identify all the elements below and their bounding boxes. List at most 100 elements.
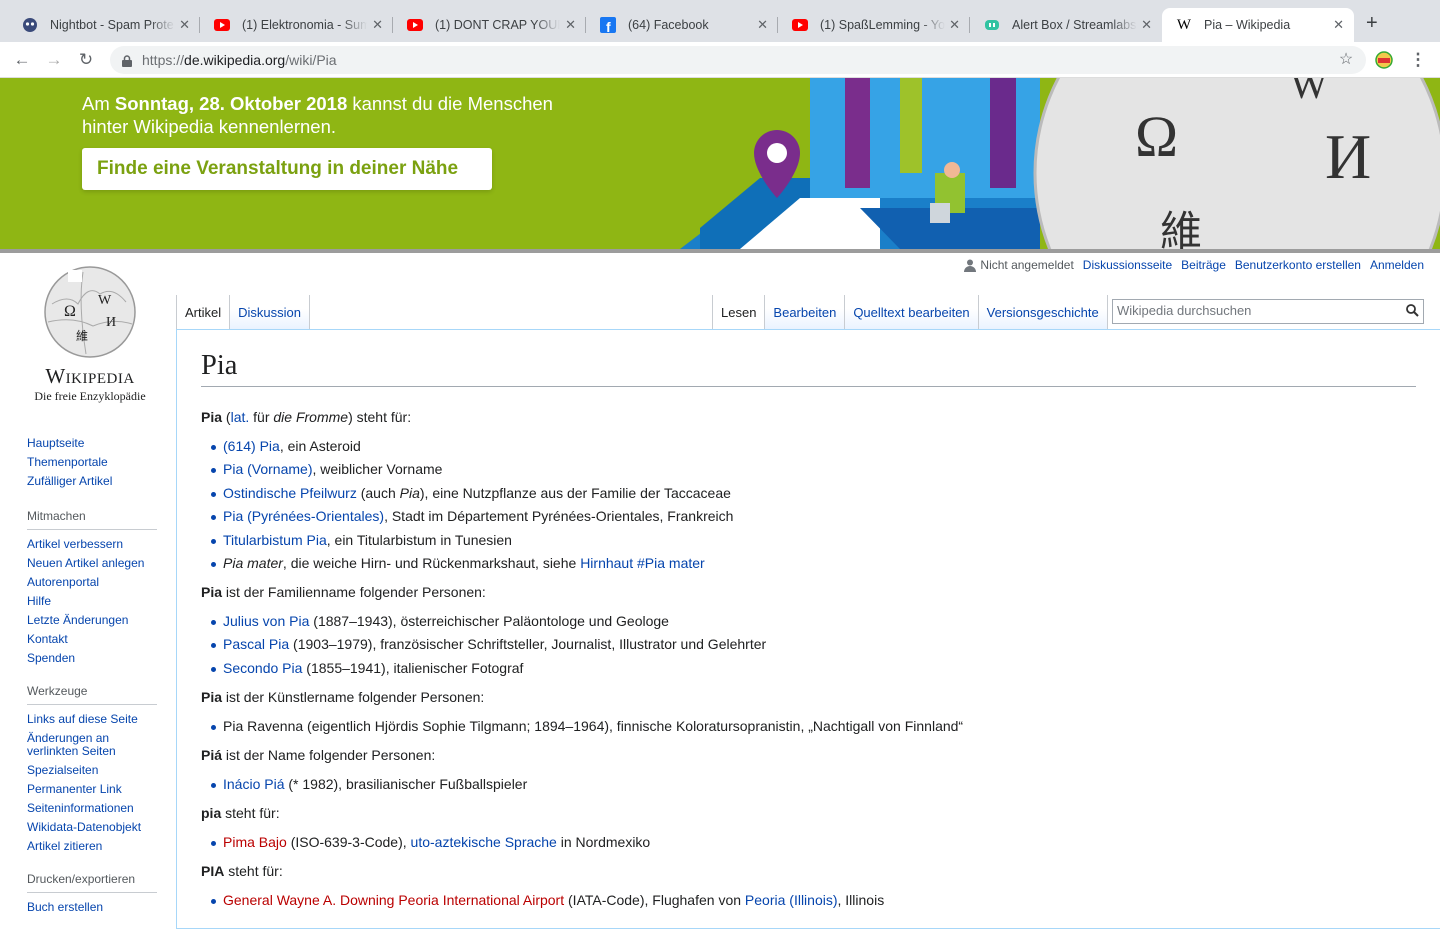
lock-icon: [122, 54, 132, 67]
tab-title: (1) SpaßLemming - Yo: [820, 18, 945, 32]
paragraph: Pia ist der Familienname folgender Perso…: [201, 583, 486, 600]
wikipedia-globe-icon: Ω W И 維: [44, 266, 136, 358]
talk-link[interactable]: Diskussionsseite: [1083, 258, 1172, 272]
link[interactable]: lat.: [231, 409, 250, 425]
tab-facebook[interactable]: f (64) Facebook ✕: [586, 8, 778, 42]
url-text: https://de.wikipedia.org/wiki/Pia: [142, 52, 337, 68]
wikipedia-logo[interactable]: Ω W И 維 Wikipedia Die freie Enzyklopädie: [20, 264, 160, 404]
browser-toolbar: ← → ↻ https://de.wikipedia.org/wiki/Pia …: [0, 42, 1440, 78]
list-item: (614) Pia, ein Asteroid: [210, 435, 1416, 457]
list-item: Pia mater, die weiche Hirn- und Rückenma…: [210, 552, 1416, 574]
close-icon[interactable]: ✕: [565, 17, 576, 33]
list: Inácio Piá (* 1982), brasilianischer Fuß…: [210, 773, 1416, 795]
tab-article[interactable]: Artikel: [176, 295, 231, 329]
list: Julius von Pia (1887–1943), österreichis…: [210, 610, 1416, 679]
sidebar-item[interactable]: Neuen Artikel anlegen: [27, 554, 157, 573]
svg-text:維: 維: [1160, 207, 1202, 249]
user-status: Nicht angemeldet: [964, 258, 1074, 272]
paragraph: pia steht für:: [201, 804, 280, 821]
sidebar-item[interactable]: Letzte Änderungen: [27, 611, 157, 630]
paragraph: Piá ist der Name folgender Personen:: [201, 746, 436, 763]
sidebar-item[interactable]: Permanenter Link: [27, 780, 157, 799]
youtube-icon: [792, 17, 808, 33]
tab-spasslemming[interactable]: (1) SpaßLemming - Yo ✕: [778, 8, 970, 42]
youtube-icon: [214, 17, 230, 33]
sidebar-item[interactable]: Spenden: [27, 649, 157, 668]
close-icon[interactable]: ✕: [949, 17, 960, 33]
reload-icon[interactable]: ↻: [76, 50, 96, 70]
create-account-link[interactable]: Benutzerkonto erstellen: [1235, 258, 1361, 272]
close-icon[interactable]: ✕: [1141, 17, 1152, 33]
tab-wikipedia[interactable]: W Pia – Wikipedia ✕: [1162, 8, 1354, 42]
sidebar-item[interactable]: Wikidata-Datenobjekt: [27, 818, 157, 837]
tab-title: (1) DONT CRAP YOUR: [435, 18, 560, 32]
sidebar-item[interactable]: Änderungen an verlinkten Seiten: [27, 729, 157, 761]
new-tab-icon[interactable]: +: [1366, 13, 1378, 33]
close-icon[interactable]: ✕: [757, 17, 768, 33]
user-icon: [964, 259, 977, 272]
tab-read[interactable]: Lesen: [712, 295, 766, 329]
list-item: Julius von Pia (1887–1943), österreichis…: [210, 610, 1416, 632]
menu-icon[interactable]: ⋮: [1408, 50, 1428, 70]
tab-elektronomia[interactable]: (1) Elektronomia - Sum ✕: [200, 8, 393, 42]
tab-edit[interactable]: Bearbeiten: [765, 295, 846, 329]
sidebar-item-themenportale[interactable]: Themenportale: [27, 453, 157, 472]
namespace-tabs: Artikel Diskussion: [176, 295, 310, 329]
svg-text:И: И: [1325, 121, 1371, 192]
sidebar-item[interactable]: Artikel zitieren: [27, 837, 157, 856]
sidebar-item[interactable]: Spezialseiten: [27, 761, 157, 780]
sidebar-item[interactable]: Artikel verbessern: [27, 535, 157, 554]
close-icon[interactable]: ✕: [372, 17, 383, 33]
article-body: Pia (lat. für die Fromme) steht für: (61…: [201, 406, 1416, 918]
sidebar-item[interactable]: Hilfe: [27, 592, 157, 611]
sidebar-item[interactable]: Links auf diese Seite: [27, 710, 157, 729]
svg-text:W: W: [98, 293, 112, 308]
close-icon[interactable]: ✕: [1333, 17, 1344, 33]
tab-title: Nightbot - Spam Prote: [50, 18, 174, 32]
tab-dont-crap[interactable]: (1) DONT CRAP YOUR ✕: [393, 8, 586, 42]
nightbot-icon: [22, 17, 38, 33]
wikipedia-icon: W: [1176, 16, 1192, 33]
paragraph: Pia ist der Künstlername folgender Perso…: [201, 688, 485, 705]
banner-divider: [0, 249, 1440, 253]
forward-icon[interactable]: →: [44, 50, 64, 70]
close-icon[interactable]: ✕: [179, 17, 190, 33]
sidebar-item[interactable]: Autorenportal: [27, 573, 157, 592]
list-item: Secondo Pia (1855–1941), italienischer F…: [210, 657, 1416, 679]
sidebar-item[interactable]: Buch erstellen: [27, 898, 157, 917]
list-item: Pascal Pia (1903–1979), französischer Sc…: [210, 633, 1416, 655]
tab-nightbot[interactable]: Nightbot - Spam Prote ✕: [8, 8, 200, 42]
svg-text:f: f: [606, 19, 611, 33]
wordmark: Wikipedia: [45, 364, 135, 388]
sidebar-item-hauptseite[interactable]: Hauptseite: [27, 434, 157, 453]
find-event-button[interactable]: Finde eine Veranstaltung in deiner Nähe: [82, 148, 492, 190]
personal-tools: Nicht angemeldet Diskussionsseite Beiträ…: [964, 258, 1424, 272]
streamlabs-icon: [984, 17, 1000, 33]
search-icon[interactable]: [1406, 304, 1419, 320]
tab-history[interactable]: Versionsgeschichte: [978, 295, 1108, 329]
tab-streamlabs[interactable]: Alert Box / Streamlabs ✕: [970, 8, 1162, 42]
list-item: Titularbistum Pia, ein Titularbistum in …: [210, 529, 1416, 551]
svg-text:W: W: [1290, 78, 1328, 107]
sidebar-item-zufall[interactable]: Zufälliger Artikel: [27, 472, 157, 491]
tab-edit-source[interactable]: Quelltext bearbeiten: [845, 295, 979, 329]
tab-title: (1) Elektronomia - Sum: [242, 18, 367, 32]
back-icon[interactable]: ←: [12, 50, 32, 70]
tab-strip: Nightbot - Spam Prote ✕ (1) Elektronomia…: [0, 0, 1440, 42]
address-bar[interactable]: https://de.wikipedia.org/wiki/Pia: [110, 46, 1366, 74]
extension-icon[interactable]: [1374, 50, 1394, 70]
paragraph: PIA steht für:: [201, 862, 283, 879]
tab-discussion[interactable]: Diskussion: [230, 295, 310, 329]
bookmark-star-icon[interactable]: ☆: [1336, 50, 1356, 70]
sidebar-heading-drucken: Drucken/exportieren: [27, 870, 157, 893]
list: Pia Ravenna (eigentlich Hjördis Sophie T…: [210, 715, 1416, 737]
contributions-link[interactable]: Beiträge: [1181, 258, 1226, 272]
list: (614) Pia, ein Asteroid Pia (Vorname), w…: [210, 435, 1416, 574]
search-input[interactable]: Wikipedia durchsuchen: [1112, 299, 1424, 324]
youtube-icon: [407, 17, 423, 33]
sidebar-item[interactable]: Kontakt: [27, 630, 157, 649]
list-item: Inácio Piá (* 1982), brasilianischer Fuß…: [210, 773, 1416, 795]
search-placeholder: Wikipedia durchsuchen: [1117, 303, 1252, 318]
login-link[interactable]: Anmelden: [1370, 258, 1424, 272]
sidebar-item[interactable]: Seiteninformationen: [27, 799, 157, 818]
